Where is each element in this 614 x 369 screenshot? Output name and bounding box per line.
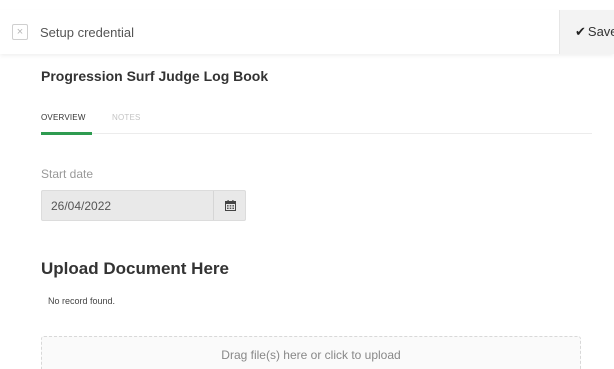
tab-notes[interactable]: NOTES bbox=[112, 113, 141, 122]
tab-bar: OVERVIEW NOTES bbox=[41, 104, 592, 135]
empty-state-message: No record found. bbox=[48, 296, 116, 306]
start-date-field[interactable]: 26/04/2022 bbox=[41, 190, 246, 221]
active-tab-indicator bbox=[41, 132, 92, 135]
dropzone-label: Drag file(s) here or click to upload bbox=[221, 348, 401, 362]
calendar-icon bbox=[224, 200, 236, 212]
date-picker-button[interactable] bbox=[213, 191, 246, 220]
page-title: Progression Surf Judge Log Book bbox=[41, 68, 269, 84]
save-button-label: Save bbox=[587, 24, 614, 39]
checkmark-icon: ✔ bbox=[575, 24, 586, 39]
upload-section-heading: Upload Document Here bbox=[41, 259, 229, 278]
tab-overview[interactable]: OVERVIEW bbox=[41, 113, 86, 122]
save-button[interactable]: ✔Save bbox=[559, 10, 614, 54]
dialog-title: Setup credential bbox=[40, 25, 134, 40]
start-date-value[interactable]: 26/04/2022 bbox=[51, 199, 111, 213]
file-dropzone[interactable]: Drag file(s) here or click to upload bbox=[41, 336, 581, 369]
start-date-label: Start date bbox=[41, 167, 94, 181]
close-icon[interactable]: × bbox=[12, 24, 28, 40]
top-toolbar: × Setup credential ✔Save bbox=[0, 10, 614, 54]
